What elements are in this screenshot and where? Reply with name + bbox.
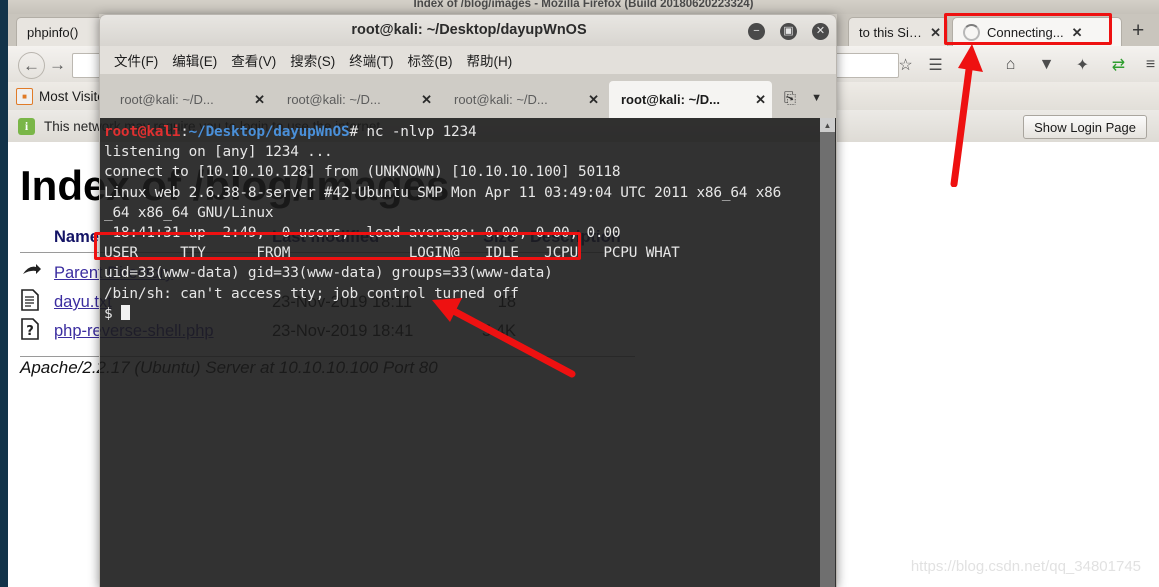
terminal-command: nc -nlvp 1234: [366, 124, 477, 140]
terminal-scrollbar[interactable]: ▲: [820, 118, 835, 587]
unknown-file-icon: ?: [20, 318, 54, 345]
add-tab-icon[interactable]: ⎘: [784, 90, 796, 107]
terminal-output-line-uid: uid=33(www-data) gid=33(www-data) groups…: [104, 265, 553, 282]
terminal-tab-4[interactable]: root@kali: ~/D... ✕: [609, 81, 772, 118]
terminal-output-line: listening on [any] 1234 ...: [104, 144, 333, 161]
firefox-tab-label: phpinfo(): [27, 24, 79, 40]
parent-directory-icon: [20, 261, 54, 286]
minimize-button[interactable]: −: [748, 23, 765, 40]
bookmark-star-icon[interactable]: ☆: [893, 53, 918, 76]
menu-file[interactable]: 文件(F): [114, 50, 158, 70]
watermark: https://blog.csdn.net/qq_34801745: [910, 558, 1141, 575]
menu-view[interactable]: 查看(V): [231, 50, 276, 70]
screenshot-root: Index of /blog/images - Mozilla Firefox …: [0, 0, 1159, 587]
close-button[interactable]: ✕: [812, 23, 829, 40]
terminal-tabstrip: root@kali: ~/D... ✕ root@kali: ~/D... ✕ …: [99, 74, 837, 118]
prompt-symbol: #: [349, 124, 367, 140]
terminal-tab-2[interactable]: root@kali: ~/D... ✕: [275, 81, 438, 118]
show-login-page-button[interactable]: Show Login Page: [1023, 115, 1147, 139]
header-icon-spacer: [20, 228, 54, 247]
terminal-window-title: root@kali: ~/Desktop/dayupWnOS: [351, 22, 587, 38]
firefox-tab-label: to this Site!: [859, 24, 923, 40]
forward-button[interactable]: →: [45, 52, 70, 77]
chevron-down-icon[interactable]: ▼: [811, 92, 822, 104]
info-icon: i: [18, 117, 35, 135]
menu-tabs[interactable]: 标签(B): [408, 50, 453, 70]
annotation-box-uid-line: [94, 232, 581, 260]
shell-prompt: $: [104, 305, 121, 322]
terminal-tab-3[interactable]: root@kali: ~/D... ✕: [442, 81, 605, 118]
firefox-tab-close-icon[interactable]: ✕: [930, 26, 941, 39]
prompt-separator: :: [180, 124, 189, 140]
proxy-switch-icon[interactable]: ⇄: [1106, 53, 1131, 76]
firefox-titlebar: Index of /blog/images - Mozilla Firefox …: [8, 0, 1159, 14]
terminal-tab-close-icon[interactable]: ✕: [421, 92, 432, 108]
spider-icon[interactable]: ✦: [1070, 53, 1095, 76]
hamburger-menu-icon[interactable]: ≡: [1138, 53, 1159, 76]
menu-edit[interactable]: 编辑(E): [172, 50, 217, 70]
text-file-icon: [20, 289, 54, 316]
bookmark-most-visited[interactable]: ■ Most Visited: [16, 87, 112, 105]
menu-terminal[interactable]: 终端(T): [349, 50, 393, 70]
terminal-tab-label: root@kali: ~/D...: [454, 92, 548, 107]
maximize-button[interactable]: ▣: [780, 23, 797, 40]
menu-search[interactable]: 搜索(S): [290, 50, 335, 70]
terminal-output-line: Linux web 2.6.38-8-server #42-Ubuntu SMP…: [104, 184, 782, 201]
terminal-output-line: _64 x86_64 GNU/Linux: [104, 204, 274, 221]
annotation-arrow-to-uid-line: [432, 298, 576, 378]
prompt-user-host: root@kali: [104, 124, 181, 140]
terminal-tab-label: root@kali: ~/D...: [120, 92, 214, 107]
shield-icon[interactable]: ▼: [1034, 53, 1059, 76]
prompt-path: ~/Desktop/dayupWnOS: [188, 124, 350, 140]
terminal-cursor: [120, 304, 130, 320]
home-icon[interactable]: ⌂: [998, 53, 1023, 76]
terminal-tab-close-icon[interactable]: ✕: [755, 92, 766, 108]
terminal-tab-1[interactable]: root@kali: ~/D... ✕: [108, 81, 271, 118]
back-button[interactable]: ←: [18, 52, 45, 79]
terminal-titlebar: root@kali: ~/Desktop/dayupWnOS − ▣ ✕: [99, 14, 837, 46]
annotation-arrow-to-tab: [950, 44, 983, 187]
annotation-box-connecting-tab: [944, 13, 1112, 45]
terminal-output-line: connect to [10.10.10.128] from (UNKNOWN)…: [104, 164, 621, 181]
firefox-window-title: Index of /blog/images - Mozilla Firefox …: [413, 0, 754, 10]
menu-help[interactable]: 帮助(H): [467, 50, 513, 70]
terminal-tab-close-icon[interactable]: ✕: [254, 92, 265, 108]
new-tab-button[interactable]: +: [1132, 20, 1144, 41]
folder-icon: ■: [16, 87, 33, 105]
terminal-tab-label: root@kali: ~/D...: [621, 92, 720, 107]
scroll-up-icon[interactable]: ▲: [820, 118, 835, 132]
terminal-tab-close-icon[interactable]: ✕: [588, 92, 599, 108]
terminal-tab-label: root@kali: ~/D...: [287, 92, 381, 107]
svg-text:?: ?: [26, 324, 34, 339]
terminal-menubar: 文件(F) 编辑(E) 查看(V) 搜索(S) 终端(T) 标签(B) 帮助(H…: [99, 46, 837, 74]
